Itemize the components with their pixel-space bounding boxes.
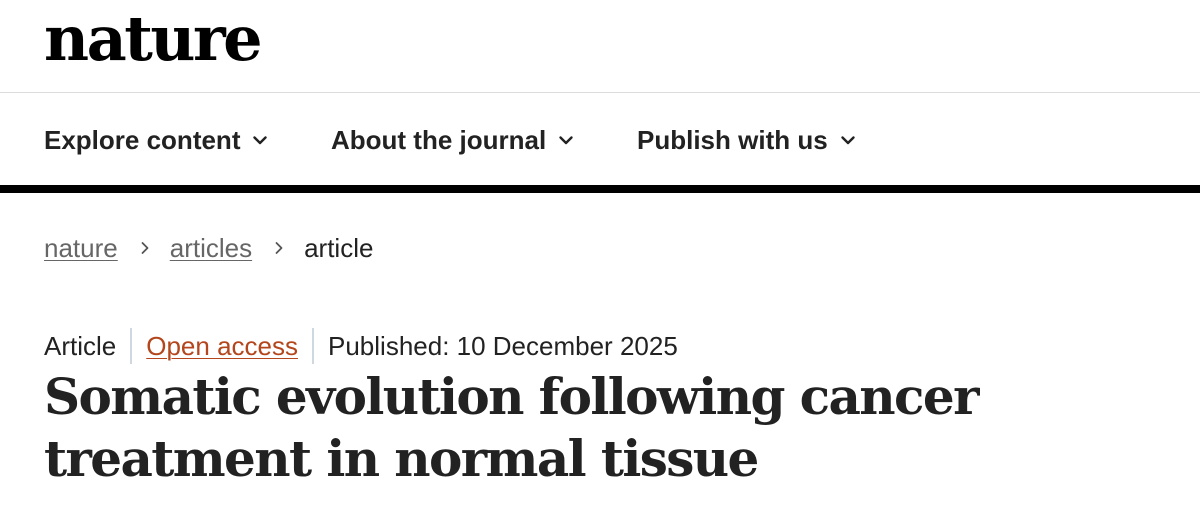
open-access-link[interactable]: Open access [146,329,298,363]
chevron-down-icon [559,136,573,145]
nav-explore-content[interactable]: Explore content [44,124,268,156]
breadcrumb: nature articles article [44,232,373,264]
nature-logo[interactable]: nature [44,8,263,70]
breadcrumb-current: article [304,233,374,263]
meta-divider [312,328,314,364]
chevron-right-icon [141,242,149,254]
chevron-right-icon [275,242,283,254]
nav-about-the-journal-label: About the journal [331,125,547,155]
primary-nav: Explore content About the journal Publis… [0,94,1200,185]
meta-divider [130,328,133,364]
chevron-down-icon [840,136,855,145]
nav-publish-with-us[interactable]: Publish with us [637,124,856,156]
article-meta: Article Open access Published: 10 Decemb… [44,328,678,364]
chevron-down-icon [253,136,268,145]
breadcrumb-nature-link[interactable]: nature [44,232,118,264]
nav-divider [0,185,1200,193]
nav-publish-with-us-label: Publish with us [637,125,828,155]
nav-about-the-journal[interactable]: About the journal [331,124,574,156]
site-header: nature [0,0,1200,93]
breadcrumb-articles-link[interactable]: articles [170,232,252,264]
nav-explore-content-label: Explore content [44,125,241,155]
article-title: Somatic evolution following cancer treat… [44,367,979,488]
published-date: Published: 10 December 2025 [328,331,678,361]
article-type: Article [44,331,117,361]
